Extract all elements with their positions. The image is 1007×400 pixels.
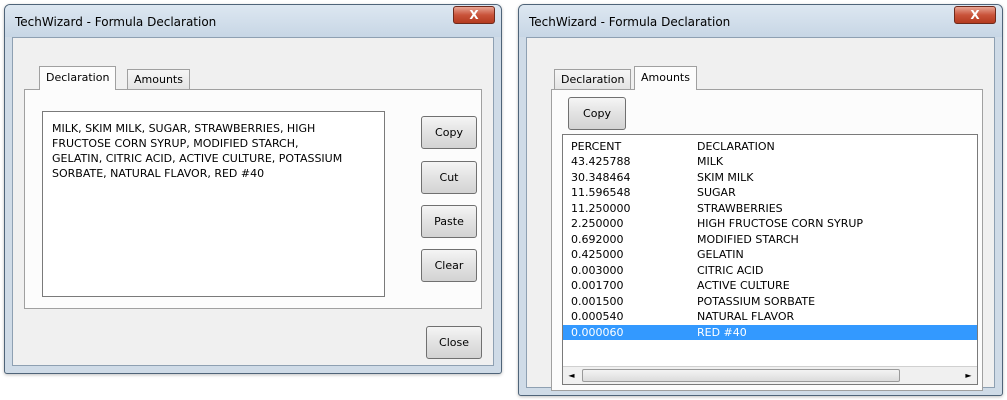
percent-header: PERCENT [571,140,622,153]
list-item[interactable]: 30.348464 SKIM MILK [563,170,977,185]
list-item[interactable]: 0.000060 RED #40 [563,324,977,340]
tab-declaration[interactable]: Declaration [39,66,117,90]
list-item[interactable]: 0.003000 CITRIC ACID [563,263,977,278]
clear-button[interactable]: Clear [421,249,477,282]
declaration-value: STRAWBERRIES [697,201,783,215]
declaration-value: RED #40 [697,325,747,339]
window-title: TechWizard - Formula Declaration [529,15,731,29]
dialog-client-area: Declaration Amounts Copy PERCENT DECLARA… [526,37,995,391]
scroll-right-icon[interactable]: ► [960,367,977,384]
title-bar[interactable]: TechWizard - Formula Declaration X [5,5,501,37]
list-item[interactable]: 11.596548 SUGAR [563,185,977,200]
declaration-value: CITRIC ACID [697,263,764,277]
close-button[interactable]: Close [426,326,482,359]
tab-amounts[interactable]: Amounts [634,66,697,90]
declaration-tab-panel: MILK, SKIM MILK, SUGAR, STRAWBERRIES, HI… [24,89,482,309]
percent-value: 0.001700 [571,279,624,292]
list-item[interactable]: 0.001700 ACTIVE CULTURE [563,278,977,293]
amounts-listbox[interactable]: PERCENT DECLARATION 43.425788 MILK 30.3484… [562,134,978,385]
scrollbar-thumb[interactable] [582,369,900,382]
declaration-value: MILK [697,155,724,168]
tab-declaration[interactable]: Declaration [554,69,632,90]
copy-button[interactable]: Copy [421,116,477,149]
amounts-tab-panel: Copy PERCENT DECLARATION 43.425788 MILK 30… [551,89,983,391]
declaration-value: GELATIN [697,248,744,261]
list-item[interactable]: 2.250000 HIGH FRUCTOSE CORN SYRUP [563,216,977,231]
list-item[interactable]: 0.000540 NATURAL FLAVOR [563,309,977,324]
cut-button[interactable]: Cut [421,161,477,194]
list-item[interactable]: 0.425000 GELATIN [563,247,977,262]
list-item[interactable]: 43.425788 MILK [563,154,977,169]
percent-value: 0.000060 [571,325,624,339]
formula-declaration-window-right: TechWizard - Formula Declaration X Decla… [518,4,1003,396]
dialog-client-area: Declaration Amounts MILK, SKIM MILK, SUG… [12,37,494,366]
window-close-button[interactable]: X [954,6,996,24]
percent-value: 0.003000 [571,263,624,277]
list-item[interactable]: 0.001500 POTASSIUM SORBATE [563,294,977,309]
percent-value: 11.596548 [571,186,631,199]
declaration-value: SKIM MILK [697,170,754,184]
percent-value: 2.250000 [571,217,624,230]
declaration-value: NATURAL FLAVOR [697,310,795,323]
percent-value: 43.425788 [571,155,631,168]
tab-amounts[interactable]: Amounts [127,69,190,90]
window-close-button[interactable]: X [453,6,495,24]
declaration-value: ACTIVE CULTURE [697,279,790,292]
paste-button[interactable]: Paste [421,205,477,238]
declaration-value: HIGH FRUCTOSE CORN SYRUP [697,217,864,230]
declaration-value: MODIFIED STARCH [697,232,799,246]
declaration-value: POTASSIUM SORBATE [697,294,816,308]
percent-value: 0.425000 [571,248,624,261]
window-title: TechWizard - Formula Declaration [15,15,217,29]
declaration-value: SUGAR [697,186,736,199]
percent-value: 0.692000 [571,232,624,246]
horizontal-scrollbar[interactable]: ◄ ► [563,366,977,384]
list-item[interactable]: 11.250000 STRAWBERRIES [563,201,977,216]
scroll-left-icon[interactable]: ◄ [563,367,580,384]
list-item[interactable]: 0.692000 MODIFIED STARCH [563,232,977,247]
formula-declaration-window-left: TechWizard - Formula Declaration X Decla… [4,4,502,374]
percent-value: 0.001500 [571,294,624,308]
declaration-textbox[interactable]: MILK, SKIM MILK, SUGAR, STRAWBERRIES, HI… [42,111,385,297]
percent-value: 11.250000 [571,201,631,215]
copy-button[interactable]: Copy [568,97,626,130]
declaration-header: DECLARATION [697,140,775,153]
list-header: PERCENT DECLARATION [563,139,977,154]
title-bar[interactable]: TechWizard - Formula Declaration X [519,5,1002,37]
percent-value: 30.348464 [571,170,631,184]
percent-value: 0.000540 [571,310,624,323]
